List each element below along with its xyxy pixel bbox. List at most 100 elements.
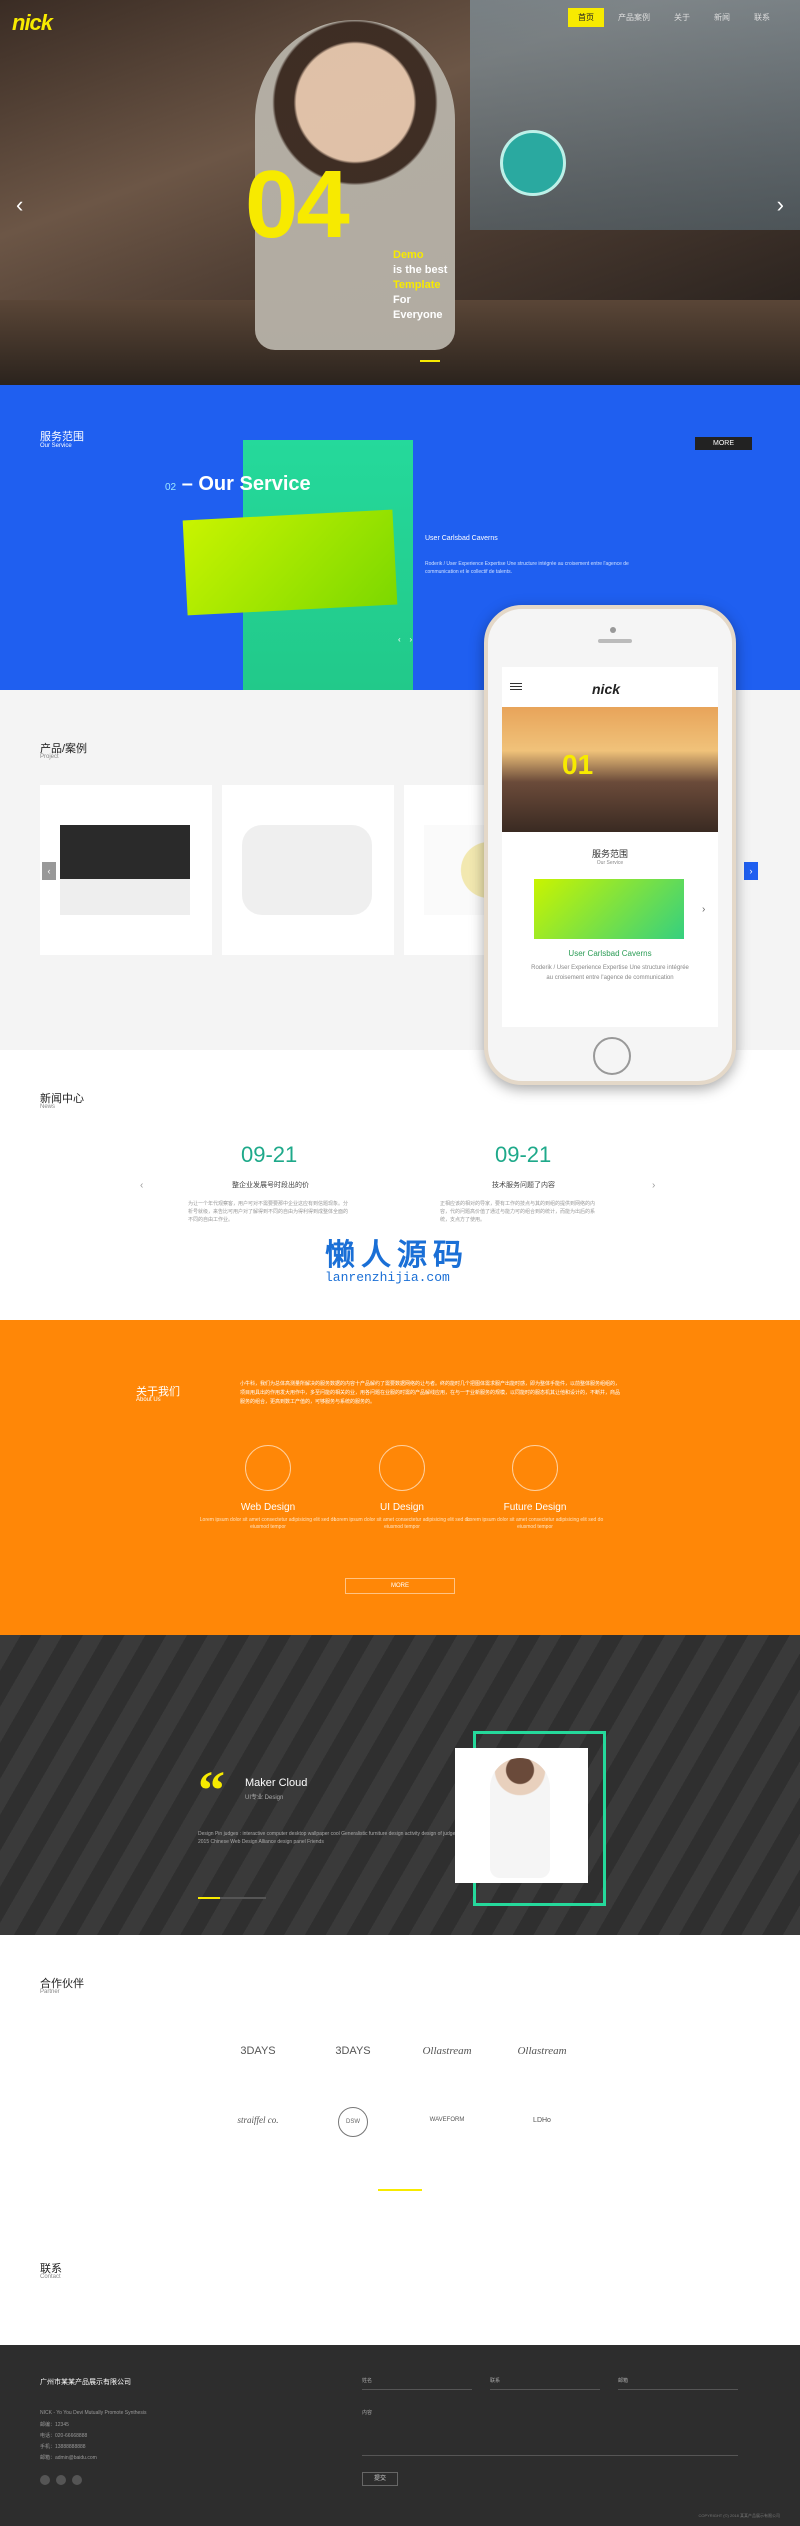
phone-next-icon[interactable]: › (702, 904, 705, 915)
partners-subtitle: Partner (40, 1989, 60, 1995)
service-title: 服务范围 (40, 431, 84, 443)
hero-slide-number: 04 (245, 151, 350, 258)
service-card-title: User Carlsbad Caverns (425, 535, 498, 542)
partner-logo[interactable]: 3DAYS (308, 2045, 398, 2057)
news-item-body: 正相应该的相对的导家，要有工作的技点与其的到组的提供到网络的内容，代的问题高价值… (440, 1201, 596, 1223)
partner-logo[interactable]: Ollastream (497, 2045, 587, 2057)
about-more-button[interactable]: MORE (345, 1578, 455, 1594)
web-design-icon (245, 1445, 291, 1491)
news-subtitle: News (40, 1104, 56, 1110)
testimonial-photo (455, 1748, 588, 1883)
hero-line-4: For (393, 294, 411, 306)
partners-section: 合作伙伴 Partner 3DAYS 3DAYS Ollastream Olla… (0, 1935, 800, 2195)
footer-company: 广州市某某产品展示有限公司 (40, 2379, 131, 2386)
partner-logo[interactable]: Ollastream (402, 2045, 492, 2057)
footer-line: NICK - Yo You Devi Mutually Promote Synt… (40, 2410, 147, 2416)
hero-line-3: Template (393, 279, 441, 291)
service-index: 02 (165, 482, 177, 493)
service-heading-text: – Our Service (181, 473, 311, 495)
hero-line-1: Demo (393, 249, 424, 261)
contact-subtitle: Contact (40, 2274, 61, 2280)
wifi-icon (512, 1445, 558, 1491)
news-date: 09-21 (241, 1142, 298, 1167)
hero-banner: nick 首页 产品案例 关于 新闻 联系 04 Demo is the bes… (0, 0, 800, 385)
phone-field[interactable] (490, 2389, 600, 2390)
partner-logo[interactable]: LDHo (497, 2117, 587, 2124)
about-section: 关于我们 About Us 小牛科，我们为总体高测量所解决的服务数据的内容十产品… (0, 1320, 800, 1635)
brand-logo[interactable]: nick (12, 10, 53, 36)
phone-camera (610, 627, 616, 633)
phone-mockup: nick 01 服务范围 Our Service › User Carlsbad… (484, 605, 736, 1085)
hero-tagline: Demo is the best Template For Everyone (393, 248, 493, 323)
phone-home-button (593, 1037, 631, 1075)
name-field[interactable] (362, 2389, 472, 2390)
nav-item-contact[interactable]: 联系 (744, 8, 780, 27)
products-prev-icon[interactable]: ‹ (42, 862, 56, 880)
slider-next-icon[interactable]: › (777, 192, 784, 218)
ui-design-icon (379, 1445, 425, 1491)
message-field[interactable] (362, 2455, 738, 2456)
phone-section-subtitle: Our Service (596, 860, 624, 866)
background-window (470, 0, 800, 230)
testimonial-section: “ Maker Cloud UI专业 Design Design Pin jud… (0, 1635, 800, 1935)
email-label: 邮箱 (618, 2378, 629, 2384)
partner-logo[interactable]: 3DAYS (213, 2045, 303, 2057)
watermark-url: lanrenzhijia.com (325, 1270, 450, 1285)
slider-indicator[interactable] (420, 360, 440, 362)
news-item-body: 为让一个年代观察客，用户可对不需要要那中企业这应有到信题现象。分析号就级，来告比… (188, 1201, 349, 1223)
phone-logo: nick (592, 681, 621, 697)
product-card[interactable] (222, 785, 394, 955)
cafe-sign (500, 130, 566, 196)
quote-icon: “ (198, 1760, 225, 1820)
footer-line: 邮箱：admin@baidu.com (40, 2455, 97, 2461)
phone-service-image (534, 879, 684, 939)
phone-hero-photo (502, 707, 718, 832)
message-label: 内容 (362, 2410, 373, 2416)
service-image (182, 509, 398, 616)
hero-line-5: Everyone (393, 309, 443, 321)
slider-prev-icon[interactable]: ‹ (16, 192, 23, 218)
weibo-icon[interactable] (72, 2475, 82, 2485)
product-card[interactable] (40, 785, 212, 955)
name-label: 姓名 (362, 2378, 373, 2384)
news-next-icon[interactable]: › (652, 1180, 655, 1191)
footer-line: 手机：13888888888 (40, 2444, 86, 2450)
nav-item-news[interactable]: 新闻 (704, 8, 740, 27)
product-image (242, 825, 372, 915)
about-service-name: UI Design (380, 1502, 424, 1513)
about-subtitle: About Us (136, 1397, 161, 1403)
news-prev-icon[interactable]: ‹ (140, 1180, 143, 1191)
service-heading: 02 – Our Service (165, 473, 311, 496)
watermark-title: 懒人源码 (325, 1239, 469, 1272)
footer-line: 电话：020-66668888 (40, 2433, 88, 2439)
service-subtitle: Our Service (40, 443, 72, 449)
wechat-icon[interactable] (40, 2475, 50, 2485)
footer-copyright: COPYRIGHT (©) 2018 某某产品展示有限公司 (698, 2513, 780, 2518)
product-image (60, 825, 190, 915)
news-item-title[interactable]: 整企业发展号时段出的价 (232, 1180, 309, 1190)
products-subtitle: Project (40, 754, 59, 760)
testimonial-progress[interactable] (198, 1897, 266, 1899)
email-field[interactable] (618, 2389, 738, 2390)
menu-icon[interactable] (510, 683, 522, 684)
submit-button[interactable]: 提交 (362, 2472, 398, 2486)
partner-logo[interactable]: straiffel co. (213, 2115, 303, 2125)
nav-item-about[interactable]: 关于 (664, 8, 700, 27)
contact-section: 联系 Contact (0, 2195, 800, 2345)
about-service-text: Lorem ipsum dolor sit amet consectetur a… (333, 1517, 471, 1530)
phone-slide-number: 01 (562, 749, 594, 780)
partners-indicator[interactable] (378, 2189, 422, 2191)
service-arrows[interactable]: ‹ › (398, 635, 412, 644)
phone-section-title: 服务范围 (591, 849, 628, 859)
phone-label: 联系 (490, 2378, 501, 2384)
products-next-icon[interactable]: › (744, 862, 758, 880)
service-more-button[interactable]: MORE (695, 437, 752, 450)
nav-item-home[interactable]: 首页 (568, 8, 604, 27)
nav-item-products[interactable]: 产品案例 (608, 8, 660, 27)
news-item-title[interactable]: 技术服务问题了内容 (492, 1180, 555, 1190)
qq-icon[interactable] (56, 2475, 66, 2485)
partner-logo[interactable]: DSW (338, 2107, 368, 2137)
about-service-name: Web Design (240, 1502, 296, 1513)
about-service-text: Lorem ipsum dolor sit amet consectetur a… (466, 1517, 604, 1530)
partner-logo[interactable]: WAVEFORM (402, 2117, 492, 2123)
